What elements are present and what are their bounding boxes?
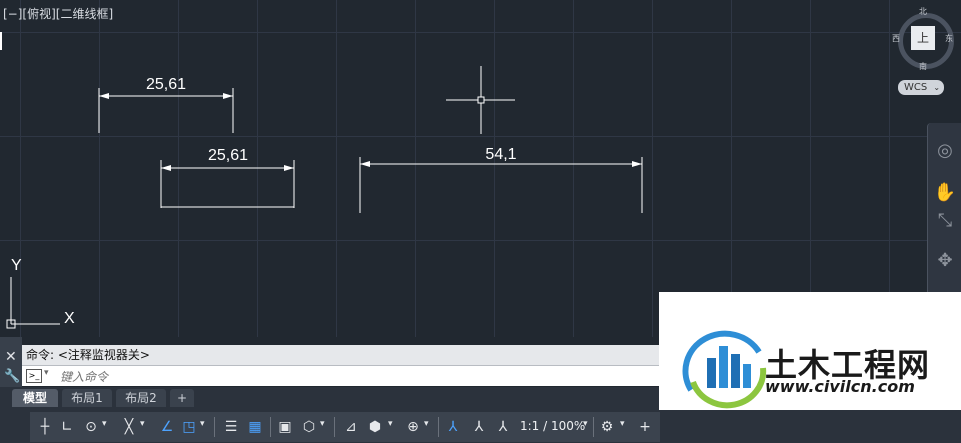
gear-icon[interactable]: ⚙ [598,418,616,436]
annotation-scale-value[interactable]: 1:1 / 100% [520,419,585,433]
crosshair-cursor [446,66,515,134]
object-snap-tracking-icon[interactable]: ∠ [158,418,176,436]
dimension-3-text: 54,1 [485,146,516,163]
chevron-down-icon[interactable]: ▾ [44,368,49,378]
selection-cycling-icon[interactable]: ▣ [276,418,294,436]
dimension-1[interactable]: 25,61 [98,76,234,133]
separator [438,417,439,437]
watermark-overlay: 土木工程网 www.civilcn.com [659,292,961,410]
auto-scale-icon[interactable]: ⅄ [470,418,488,436]
chevron-down-icon[interactable]: ▾ [200,419,205,429]
grid-display-icon[interactable]: ┼ [36,418,54,436]
close-icon[interactable]: ✕ [5,349,17,365]
object-snap-icon[interactable]: ◳ [180,418,198,436]
wrench-icon[interactable]: 🔧 [4,369,20,384]
isodraft-icon[interactable]: ╳ [120,418,138,436]
chevron-down-icon[interactable]: ▾ [102,419,107,429]
orbit-icon[interactable]: ✥ [933,249,957,273]
ucs-icon: Y X [6,257,75,329]
status-toolbar: ┼ ∟ ⊙ ▾ ╳ ▾ ∠ ◳ ▾ ☰ ▦ ▣ ⬡ ▾ ⊿ ⬢ ▾ ⊕ ▾ ⅄ … [30,412,660,442]
command-line-grip[interactable]: ✕ 🔧 [0,337,22,387]
ucs-x-label: X [64,310,75,327]
dimension-3[interactable]: 54,1 [359,146,643,213]
watermark-logo [682,330,767,409]
separator [270,417,271,437]
chevron-down-icon[interactable]: ▾ [140,419,145,429]
viewcube-north[interactable]: 北 [919,6,927,17]
tab-layout2[interactable]: 布局2 [116,389,166,407]
viewcube-east[interactable]: 东 [945,33,953,44]
dimension-1-text: 25,61 [146,76,186,93]
layout-tabs: 模型 布局1 布局2 + [0,387,660,409]
watermark-url: www.civilcn.com [765,377,915,396]
dimension-2-text: 25,61 [208,147,248,164]
separator [593,417,594,437]
selection-filter-icon[interactable]: ⬢ [366,418,384,436]
viewcube-west[interactable]: 西 [892,33,900,44]
pan-hand-icon[interactable]: ✋ [933,181,957,205]
viewcube[interactable]: 北 南 东 西 上 [892,6,954,72]
chevron-down-icon[interactable]: ▾ [620,419,625,429]
chevron-down-icon[interactable]: ▾ [424,419,429,429]
ortho-mode-icon[interactable]: ∟ [58,418,76,436]
zoom-extents-icon[interactable]: ⤡ [933,209,957,233]
drawing-svg: 25,61 25,61 54,1 Y X [6,66,643,329]
annotation-scale-icon[interactable]: ⅄ [494,418,512,436]
command-input-bar[interactable]: >_ ▾ [22,365,660,386]
lineweight-icon[interactable]: ☰ [222,418,240,436]
annotation-visibility-icon[interactable]: ⅄ [444,418,462,436]
command-history: 命令: <注释监视器关> [22,345,660,365]
dimension-2[interactable]: 25,61 [160,147,295,208]
gizmo-icon[interactable]: ⊕ [404,418,422,436]
separator [334,417,335,437]
tab-add-layout[interactable]: + [170,389,194,407]
viewcube-south[interactable]: 南 [919,61,927,72]
chevron-down-icon: ⌄ [933,83,941,92]
chevron-down-icon[interactable]: ▾ [388,419,393,429]
tab-model[interactable]: 模型 [12,389,58,407]
steering-wheel-icon[interactable]: ◎ [933,139,957,163]
separator [214,417,215,437]
ucs-y-label: Y [11,257,22,274]
navigation-bar: ◎ ✋ ⤡ ✥ [927,123,961,293]
3d-object-snap-icon[interactable]: ⬡ [300,418,318,436]
viewcube-top-face[interactable]: 上 [911,26,935,50]
wcs-menu-button[interactable]: WCS ⌄ [898,80,944,95]
dynamic-ucs-icon[interactable]: ⊿ [342,418,360,436]
status-bar: ┼ ∟ ⊙ ▾ ╳ ▾ ∠ ◳ ▾ ☰ ▦ ▣ ⬡ ▾ ⊿ ⬢ ▾ ⊕ ▾ ⅄ … [0,409,961,443]
transparency-icon[interactable]: ▦ [246,418,264,436]
tab-layout1[interactable]: 布局1 [62,389,112,407]
command-input[interactable] [58,367,622,386]
drawing-canvas[interactable]: [−][俯视][二维线框] 25,61 25,61 54,1 Y X 北 南 东… [0,0,961,337]
wcs-label: WCS [904,82,928,93]
polar-tracking-icon[interactable]: ⊙ [82,418,100,436]
plus-icon[interactable]: + [636,418,654,436]
chevron-down-icon[interactable]: ▾ [320,419,325,429]
chevron-down-icon[interactable]: ▾ [583,419,588,429]
command-prompt-icon[interactable]: >_ [26,369,42,383]
